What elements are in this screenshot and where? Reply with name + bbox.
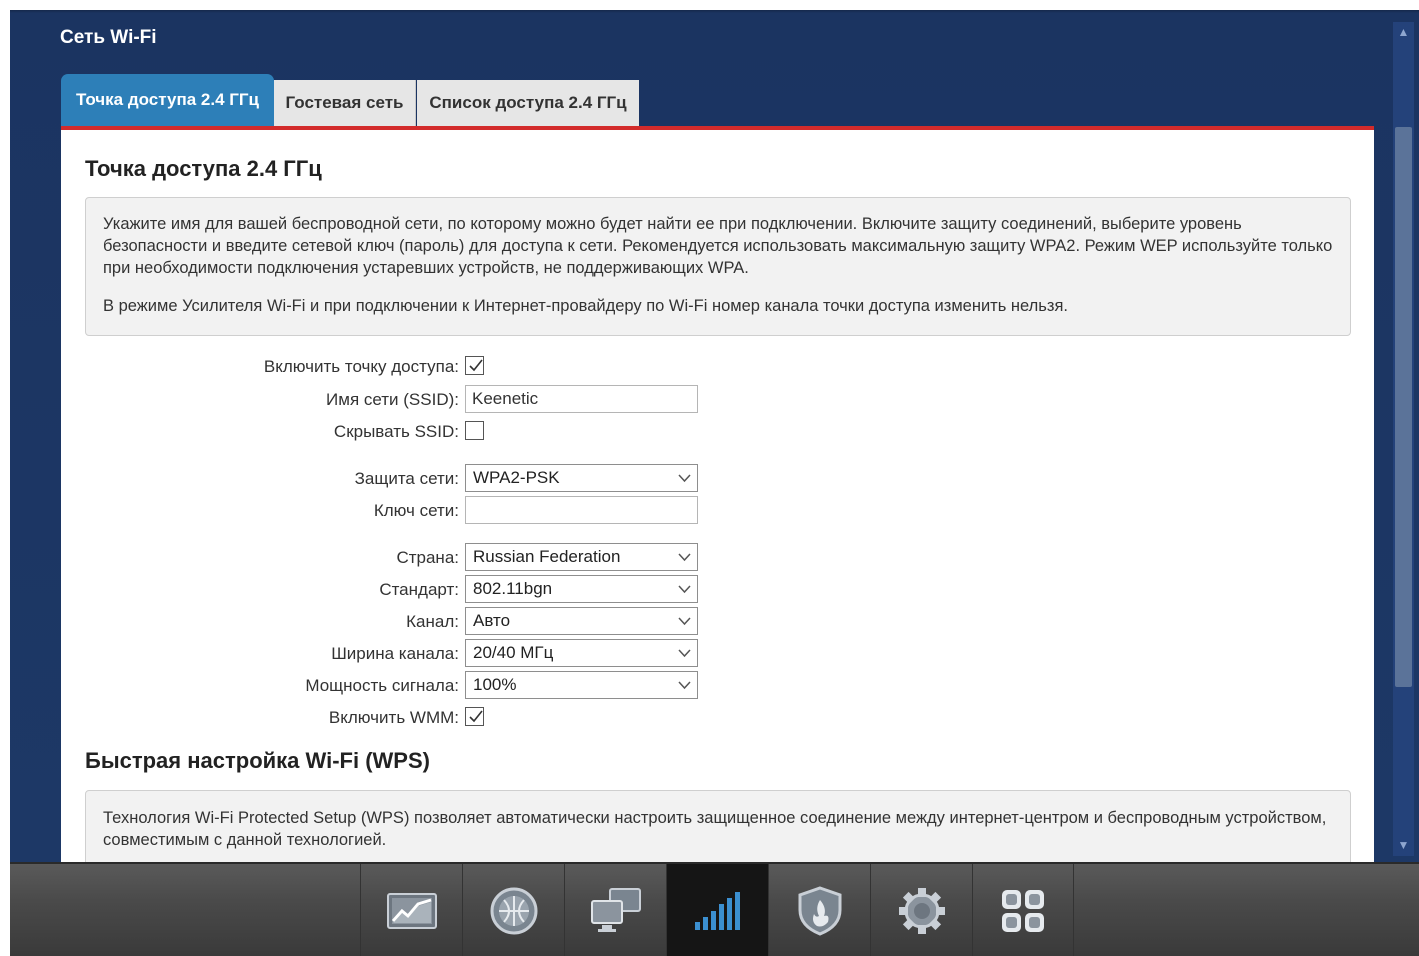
hide-ssid-row: Скрывать SSID: bbox=[61, 417, 761, 445]
security-value: WPA2-PSK bbox=[473, 468, 560, 487]
power-value: 100% bbox=[473, 675, 517, 694]
taskbar-security-button[interactable] bbox=[768, 864, 870, 956]
page-title: Точка доступа 2.4 ГГц bbox=[85, 156, 322, 181]
channel-label: Канал: bbox=[406, 612, 459, 631]
content-panel: Точка доступа 2.4 ГГц Укажите имя для ва… bbox=[61, 130, 1374, 862]
tab-access-list-2-4ghz[interactable]: Список доступа 2.4 ГГц bbox=[417, 80, 639, 126]
taskbar-monitor-button[interactable] bbox=[360, 864, 462, 956]
enable-ap-checkbox[interactable] bbox=[465, 356, 484, 375]
scroll-up-arrow-icon[interactable]: ▲ bbox=[1393, 22, 1414, 43]
chevron-down-icon bbox=[678, 474, 691, 483]
channel-value: Авто bbox=[473, 611, 511, 630]
ssid-label: Имя сети (SSID): bbox=[326, 390, 459, 409]
chevron-down-icon bbox=[678, 617, 691, 626]
country-row: Страна: Russian Federation bbox=[61, 543, 761, 571]
wmm-row: Включить WMM: bbox=[61, 703, 761, 731]
key-label: Ключ сети: bbox=[373, 501, 459, 520]
security-row: Защита сети: WPA2-PSK bbox=[61, 464, 761, 492]
network-icon bbox=[590, 888, 641, 932]
channel-width-row: Ширина канала: 20/40 МГц bbox=[61, 639, 761, 667]
tab-access-point-2-4ghz[interactable]: Точка доступа 2.4 ГГц bbox=[61, 74, 274, 126]
wps-info-box: Технология Wi-Fi Protected Setup (WPS) п… bbox=[85, 790, 1351, 862]
enable-ap-label: Включить точку доступа: bbox=[263, 357, 459, 376]
standard-label: Стандарт: bbox=[379, 580, 459, 599]
taskbar-internet-button[interactable] bbox=[462, 864, 564, 956]
power-row: Мощность сигнала: 100% bbox=[61, 671, 761, 699]
globe-icon bbox=[490, 887, 537, 935]
info-paragraph: В режиме Усилителя Wi-Fi и при подключен… bbox=[103, 297, 1068, 315]
security-select[interactable]: WPA2-PSK bbox=[465, 464, 698, 492]
chevron-down-icon bbox=[678, 649, 691, 658]
security-label: Защита сети: bbox=[354, 469, 459, 488]
info-paragraph: Укажите имя для вашей беспроводной сети,… bbox=[103, 215, 1333, 277]
wifi-signal-icon bbox=[694, 892, 740, 930]
bottom-taskbar bbox=[10, 862, 1419, 956]
apps-grid-icon bbox=[1002, 890, 1044, 932]
taskbar-wifi-button[interactable] bbox=[666, 864, 768, 956]
ssid-input[interactable] bbox=[465, 385, 698, 413]
channel-select[interactable]: Авто bbox=[465, 607, 698, 635]
gear-icon bbox=[898, 888, 945, 934]
ssid-row: Имя сети (SSID): bbox=[61, 385, 761, 413]
power-label: Мощность сигнала: bbox=[305, 676, 459, 695]
key-row: Ключ сети: bbox=[61, 496, 761, 524]
tab-guest-network[interactable]: Гостевая сеть bbox=[274, 80, 416, 126]
taskbar-home-network-button[interactable] bbox=[564, 864, 666, 956]
scroll-down-arrow-icon[interactable]: ▼ bbox=[1393, 835, 1414, 856]
wps-info-text: Технология Wi-Fi Protected Setup (WPS) п… bbox=[103, 809, 1327, 849]
channel-row: Канал: Авто bbox=[61, 607, 761, 635]
country-select[interactable]: Russian Federation bbox=[465, 543, 698, 571]
enable-ap-row: Включить точку доступа: bbox=[61, 352, 761, 380]
chevron-down-icon bbox=[678, 553, 691, 562]
standard-value: 802.11bgn bbox=[473, 579, 553, 598]
channel-width-value: 20/40 МГц bbox=[473, 643, 554, 662]
scroll-thumb[interactable] bbox=[1395, 127, 1412, 687]
checkmark-icon bbox=[469, 359, 483, 372]
checkmark-icon bbox=[469, 710, 483, 723]
taskbar-apps-button[interactable] bbox=[972, 864, 1074, 956]
hide-ssid-checkbox[interactable] bbox=[465, 421, 484, 440]
power-select[interactable]: 100% bbox=[465, 671, 698, 699]
info-box: Укажите имя для вашей беспроводной сети,… bbox=[85, 197, 1351, 336]
chart-icon bbox=[386, 893, 437, 929]
channel-width-select[interactable]: 20/40 МГц bbox=[465, 639, 698, 667]
section-title: Сеть Wi-Fi bbox=[60, 27, 157, 48]
country-value: Russian Federation bbox=[473, 547, 621, 566]
wps-section-title: Быстрая настройка Wi-Fi (WPS) bbox=[85, 748, 430, 773]
taskbar-system-button[interactable] bbox=[870, 864, 972, 956]
wmm-label: Включить WMM: bbox=[328, 708, 459, 727]
vertical-scrollbar[interactable]: ▲ ▼ bbox=[1393, 22, 1414, 856]
shield-icon bbox=[798, 886, 841, 936]
hide-ssid-label: Скрывать SSID: bbox=[333, 422, 459, 441]
key-input[interactable] bbox=[465, 496, 698, 524]
channel-width-label: Ширина канала: bbox=[331, 644, 459, 663]
standard-row: Стандарт: 802.11bgn bbox=[61, 575, 761, 603]
chevron-down-icon bbox=[678, 585, 691, 594]
wmm-checkbox[interactable] bbox=[465, 707, 484, 726]
wifi-settings-window: Сеть Wi-Fi Точка доступа 2.4 ГГц Гостева… bbox=[10, 10, 1419, 862]
standard-select[interactable]: 802.11bgn bbox=[465, 575, 698, 603]
chevron-down-icon bbox=[678, 681, 691, 690]
country-label: Страна: bbox=[396, 548, 459, 567]
